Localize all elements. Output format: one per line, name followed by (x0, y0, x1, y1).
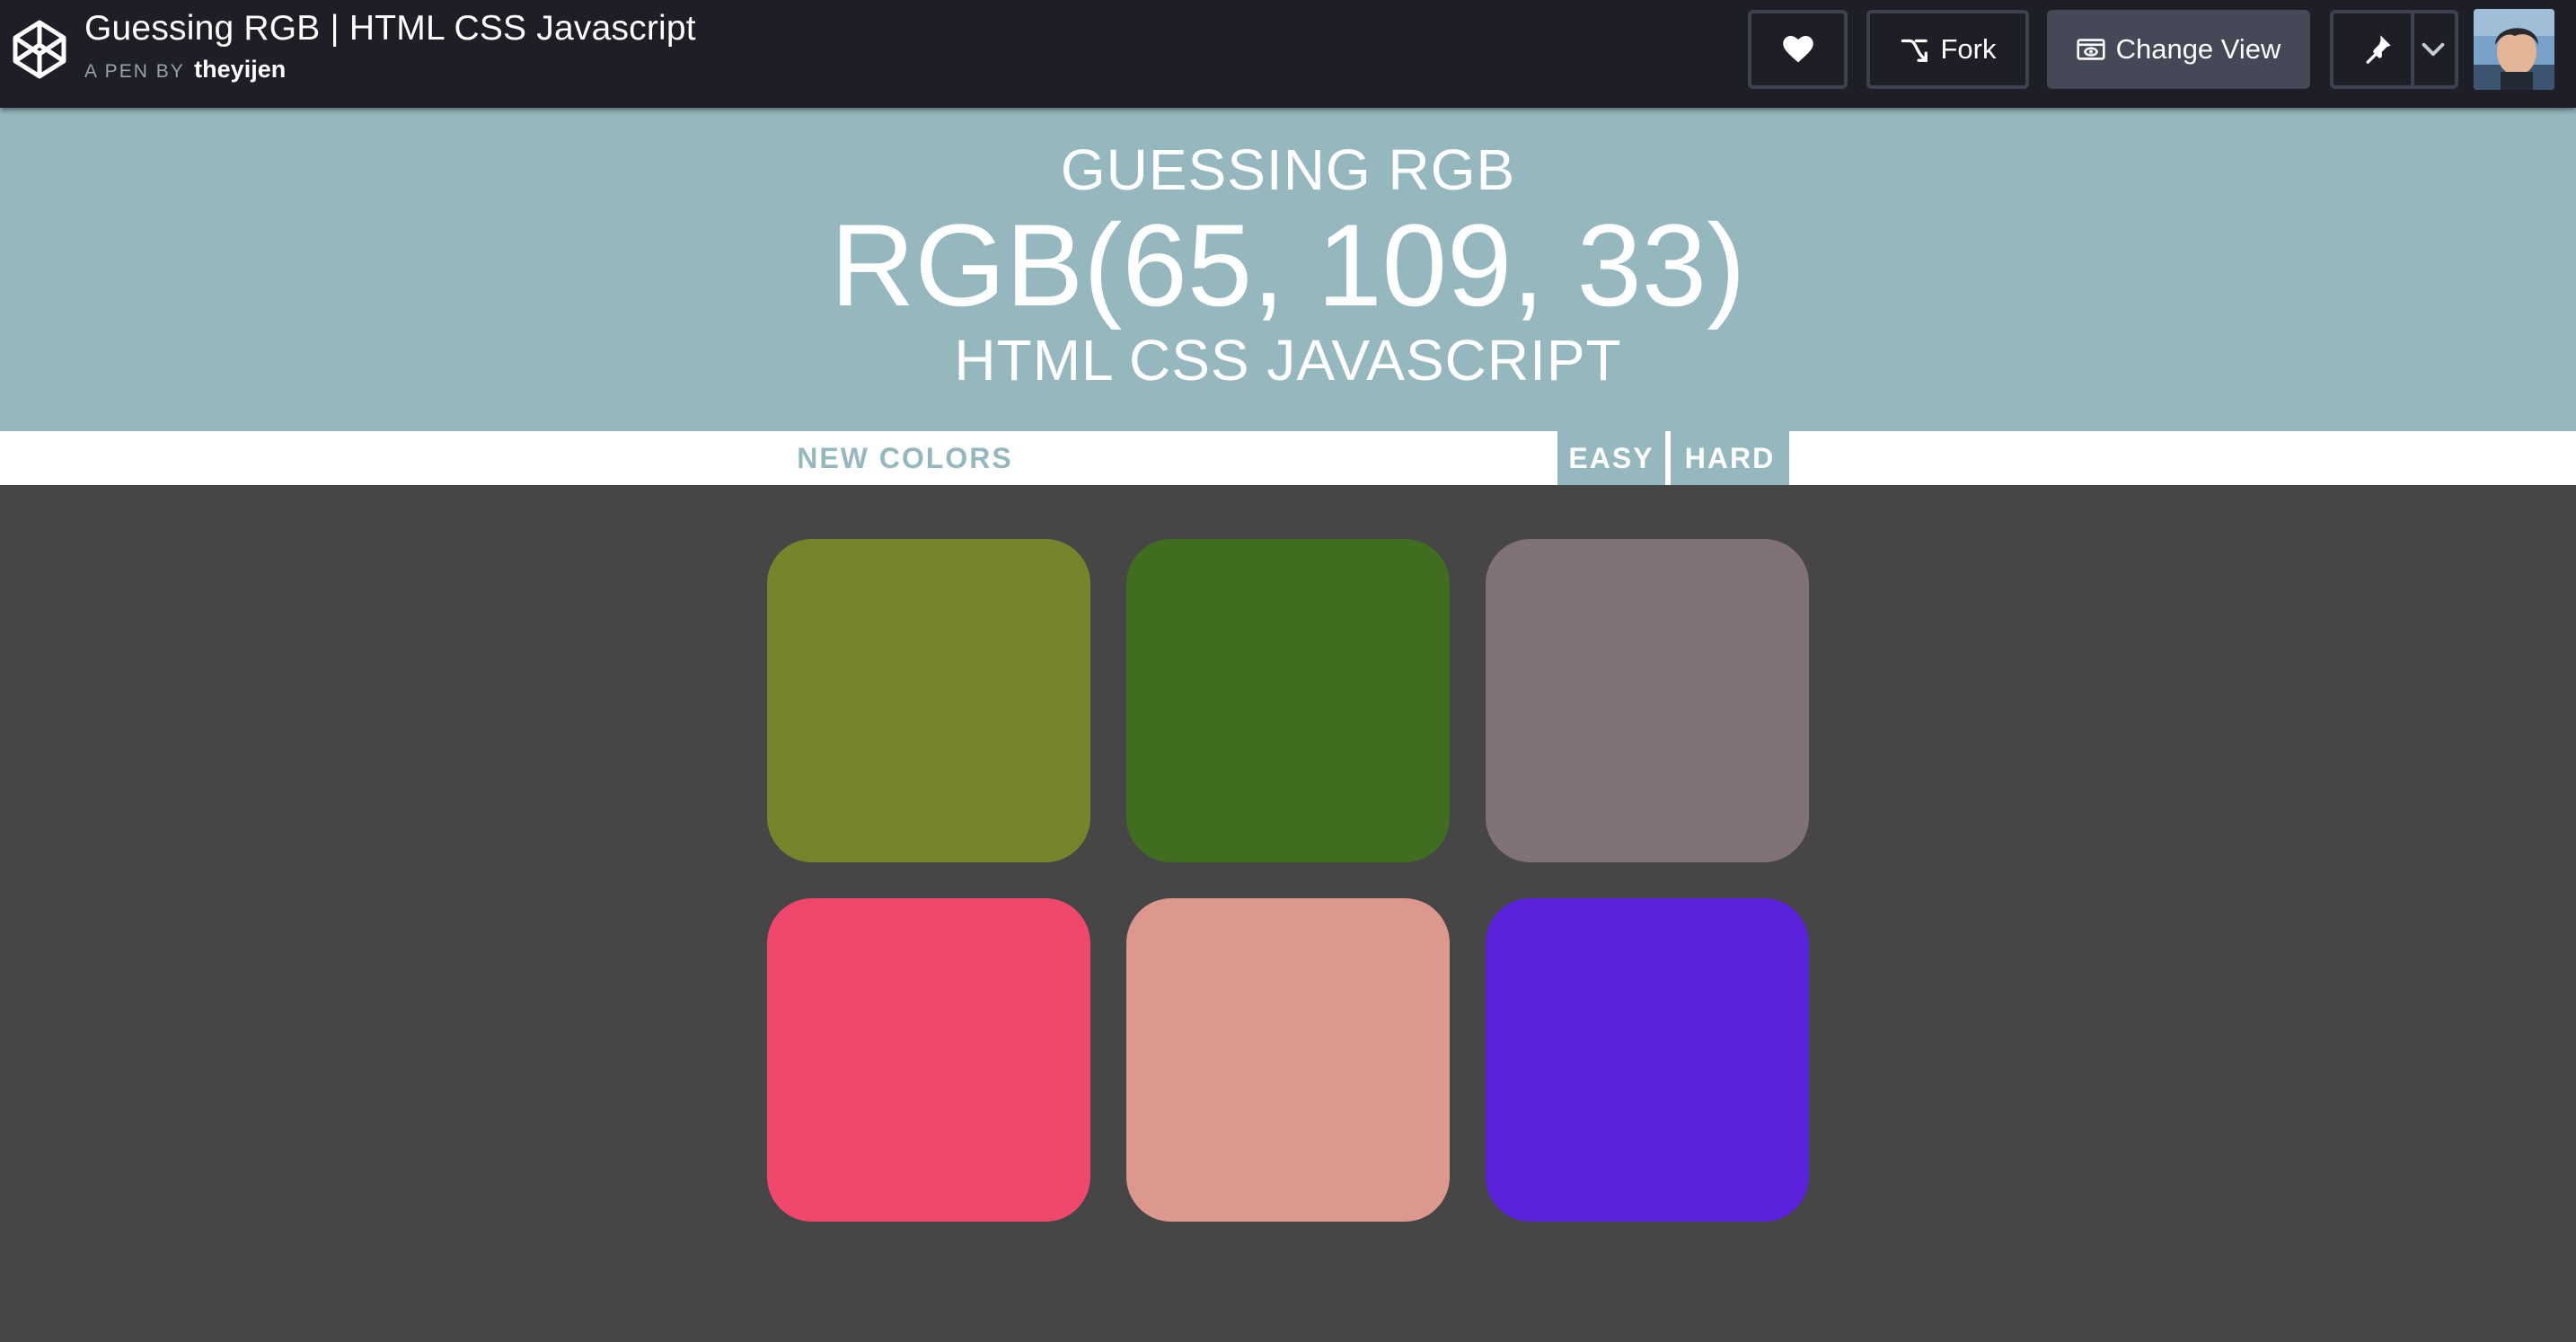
game-header: GUESSING RGB RGB(65, 109, 33) HTML CSS J… (0, 108, 2576, 431)
user-avatar[interactable] (2474, 9, 2554, 90)
codepen-topbar: Guessing RGB | HTML CSS Javascript A PEN… (0, 0, 2576, 108)
pen-title[interactable]: Guessing RGB | HTML CSS Javascript (84, 9, 696, 49)
color-square[interactable] (1486, 898, 1809, 1222)
heart-button[interactable] (1748, 10, 1848, 89)
color-square[interactable] (1486, 539, 1809, 862)
color-square[interactable] (1126, 539, 1450, 862)
pin-separator (2411, 13, 2414, 85)
chevron-down-icon[interactable] (2422, 40, 2445, 58)
fork-icon (1901, 39, 1928, 62)
color-square[interactable] (767, 539, 1090, 862)
pin-icon (2366, 35, 2391, 64)
hard-mode-button[interactable]: HARD (1671, 431, 1789, 485)
control-stripe: NEW COLORS EASY HARD (0, 431, 2576, 485)
color-square[interactable] (1126, 898, 1450, 1222)
fork-label: Fork (1940, 33, 1997, 65)
fork-button[interactable]: Fork (1866, 10, 2029, 89)
pin-button[interactable] (2330, 10, 2458, 89)
easy-mode-button[interactable]: EASY (1557, 431, 1665, 485)
game-title: GUESSING RGB (1060, 137, 1516, 202)
game-subtitle: HTML CSS JAVASCRIPT (954, 328, 1622, 393)
pen-byline: A PEN BY theyijen (84, 56, 286, 84)
change-view-label: Change View (2115, 33, 2281, 65)
heart-icon (1782, 36, 1813, 63)
author-link[interactable]: theyijen (194, 56, 286, 83)
byline-prefix: A PEN BY (84, 61, 185, 82)
new-colors-button[interactable]: NEW COLORS (781, 431, 1028, 485)
change-view-icon (2076, 39, 2105, 60)
rgb-display: RGB(65, 109, 33) (830, 199, 1746, 331)
change-view-button[interactable]: Change View (2047, 10, 2310, 89)
avatar-image (2474, 9, 2554, 90)
color-square[interactable] (767, 898, 1090, 1222)
codepen-logo-icon[interactable] (11, 18, 68, 81)
